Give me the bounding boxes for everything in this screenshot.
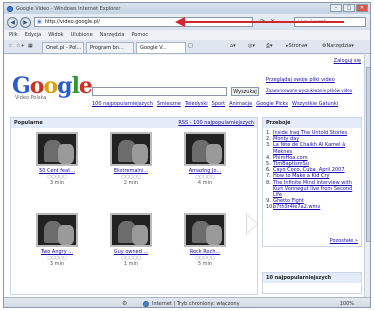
address-url: http://video.google.pl/ [44,19,100,25]
search-button[interactable]: Wyszukaj [231,87,259,96]
rss-link[interactable]: RSS - 100 najpopularniejszych [178,120,254,126]
video-card[interactable]: Rock Roch... ○○○○○ 5 min [179,213,231,267]
forward-button[interactable]: ▶ [20,16,31,28]
page-content: Zaloguj się Google Video Polska Wyszukaj… [4,55,364,297]
list-item[interactable]: 3. La fête de Chaikh Al Kamel à Meknes [266,142,358,154]
ie-logo-icon [7,5,13,12]
annotation-arrow [184,21,344,23]
menu-item-favorites[interactable]: Ulubione [71,32,93,38]
hits-panel: Przeboje 1. Inside Iraq The Untold Storie… [262,117,362,247]
video-thumbnail[interactable] [184,213,226,247]
tab-row: ☆ ☆+ ▦ Onet.pl - Pol... Program bn... Go… [4,40,370,54]
hits-list: 1. Inside Iraq The Untold Stories 2. Monty… [263,128,361,213]
category-link[interactable]: Google Picks [256,101,288,107]
video-length: 3 min [49,180,65,186]
video-length: 2 min [123,180,139,186]
feeds-icon[interactable]: ◎▾ [248,43,255,49]
menu-item-file[interactable]: Plik [9,32,18,38]
popular-header: Popularne RSS - 100 najpopularniejszych [11,118,257,128]
video-length: 3 min [49,261,65,267]
video-thumbnail[interactable] [110,132,152,166]
category-link[interactable]: Animacje [229,101,252,107]
browser-window: Google Video - Windows Internet Explorer… [3,2,371,308]
video-length: 1 min [123,261,139,267]
tab-google-video[interactable]: Google V... [136,42,186,53]
menu-bar: Plik Edycja Widok Ulubione Narzędzia Pom… [4,30,370,40]
globe-icon [143,301,149,307]
list-item[interactable]: 10. b7th3r4le7a2.wmv [266,204,358,210]
video-card[interactable]: Ekstremalni... ○○○○○ 2 min [105,132,157,186]
tab-list-icon[interactable]: ▦ [28,43,33,49]
tools-menu[interactable]: ⚙Narzędzia▾ [322,43,354,49]
category-link[interactable]: 100 najpopularniejszych [92,101,153,107]
scrollbar-thumb[interactable] [366,67,370,242]
status-bar: ⚙ Internet | Tryb chroniony: włączony 10… [4,297,370,307]
category-link[interactable]: Śmieszne [157,101,181,107]
video-thumbnail[interactable] [36,132,78,166]
video-card[interactable]: 50 Cent feat... ○○○○○ 3 min [31,132,83,186]
category-link[interactable]: Wszystkie Gatunki [292,101,338,107]
zoom-level[interactable]: 100% [340,301,354,307]
maximize-button[interactable]: □ [343,4,355,12]
video-card[interactable]: Guy owned ... ○○○○○ 1 min [105,213,157,267]
close-button[interactable]: ✕ [356,4,368,12]
home-icon[interactable]: ⌂▾ [230,43,236,49]
title-bar: Google Video - Windows Internet Explorer… [4,3,370,14]
security-icon: ⚙ [122,300,128,307]
top10-heading: 10 najpopularniejszych [263,273,361,283]
page-icon: ▣ [37,19,42,25]
menu-item-help[interactable]: Pomoc [131,32,148,38]
back-button[interactable]: ◀ [7,16,18,28]
new-tab-icon[interactable]: □ [188,43,193,49]
category-links: 100 najpopularniejszych Śmieszne Teledys… [92,101,360,107]
browse-videos-link[interactable]: Przeglądaj swoje pliki video [266,77,335,83]
add-favorites-icon[interactable]: ☆+ [16,43,25,49]
window-title: Google Video - Windows Internet Explorer [16,5,121,12]
video-card[interactable]: Amazing Jo... ○○○○○ 4 min [179,132,231,186]
advanced-search-link[interactable]: Zaawansowane wyszukiwanie plików video [266,88,352,93]
logo-subtitle: Video Polska [15,95,47,101]
video-card[interactable]: Two Angry ... ○○○○○ 3 min [31,213,83,267]
video-thumbnail[interactable] [36,213,78,247]
top10-panel: 10 najpopularniejszych [262,272,362,294]
video-thumbnail[interactable] [110,213,152,247]
menu-item-tools[interactable]: Narzędzia [100,32,125,38]
status-text: Internet | Tryb chroniony: włączony [152,301,240,307]
more-hits-link[interactable]: Pozostałe » [330,238,358,244]
menu-item-view[interactable]: Widok [48,32,63,38]
video-search-input[interactable] [92,87,227,96]
hits-heading: Przeboje [263,118,361,128]
video-length: 5 min [197,261,213,267]
video-length: 4 min [197,180,213,186]
popular-heading: Popularne [14,120,43,126]
video-thumbnail[interactable] [184,132,226,166]
menu-item-edit[interactable]: Edycja [25,32,42,38]
print-icon[interactable]: ⎙▾ [266,43,273,49]
tab-program[interactable]: Program bn... [86,42,134,53]
tab-onet[interactable]: Onet.pl - Pol... [42,42,84,53]
popular-panel: Popularne RSS - 100 najpopularniejszych … [10,117,258,295]
favorites-star-icon[interactable]: ☆ [8,43,12,49]
category-link[interactable]: Sport [212,101,225,107]
next-videos-arrow-icon[interactable] [246,213,258,235]
category-link[interactable]: Teledyski [185,101,208,107]
vertical-scrollbar[interactable] [364,55,370,297]
minimize-button[interactable]: – [330,4,342,12]
list-item[interactable]: 8. The Infinite Mind interview with Kurt … [266,180,358,199]
page-menu[interactable]: ▸Strona▾ [286,43,307,49]
signin-link[interactable]: Zaloguj się [334,58,361,64]
